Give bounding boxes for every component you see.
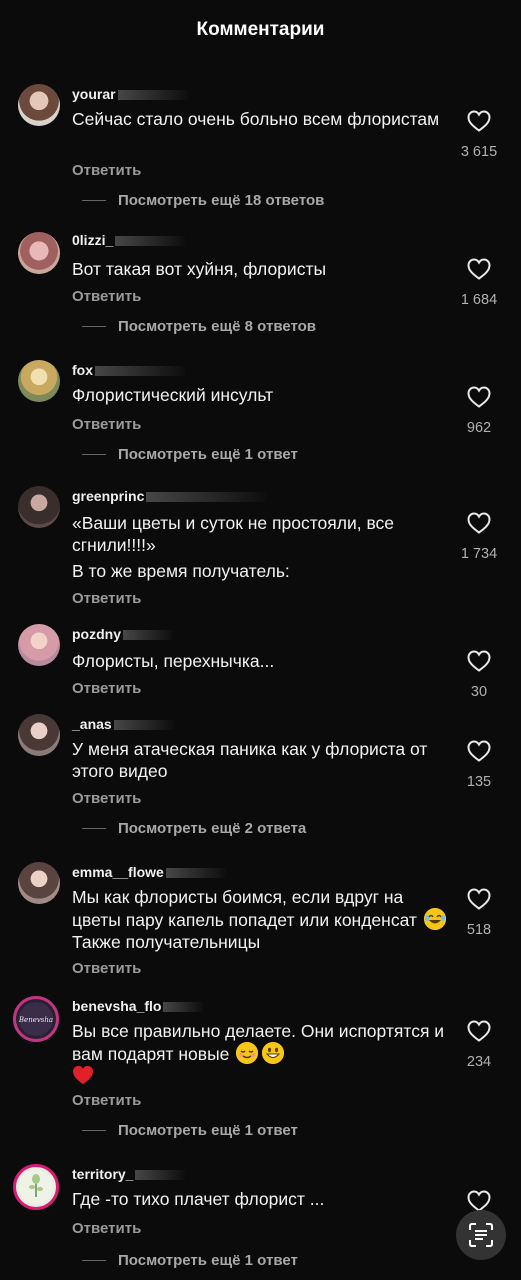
reply-button[interactable]: Ответить [72,162,141,179]
heart-outline-icon [467,650,491,672]
grinning-emoji-icon [262,1042,285,1064]
comment-username[interactable]: greenprinc [72,488,267,504]
heart-outline-icon [467,110,491,132]
comment-text: У меня атаческая паника как у флориста о… [72,739,428,781]
view-replies-link[interactable]: Посмотреть ещё 18 ответов [82,192,324,209]
comment-text: Вы все правильно делаете. Они испортятся… [72,1020,452,1090]
comment-text: Флористический инсульт [72,385,274,405]
comment-username[interactable]: fox [72,362,185,378]
heart-outline-icon [467,512,491,534]
comment-text: Сейчас стало очень больно всем флористам [72,109,440,129]
reply-button[interactable]: Ответить [72,416,141,433]
avatar-logo-image: Benevsha [18,1002,53,1036]
like-count: 518 [466,922,492,938]
comment-text: Вот такая вот ху​йня, флористы [72,259,327,279]
avatar-logo-text: Benevsha [18,1016,53,1024]
comments-header: Комментарии [0,0,521,60]
like-button[interactable]: 135 [459,740,499,790]
like-count: 962 [466,420,492,436]
avatar[interactable] [18,360,60,402]
reply-button[interactable]: Ответить [72,790,141,807]
view-replies-link[interactable]: Посмотреть ещё 8 ответов [82,318,316,335]
avatar[interactable] [18,624,60,666]
thread-line [82,326,106,327]
laughing-emoji-icon [423,908,446,930]
comment-username[interactable]: emma__flowe [72,864,226,880]
avatar-logo-image [19,1170,53,1204]
avatar[interactable] [13,1164,59,1210]
comment-text: Флористы, перехнычка... [72,651,275,671]
reply-button[interactable]: Ответить [72,960,141,977]
reply-button[interactable]: Ответить [72,1220,141,1237]
comment-text: «Ваши цветы и суток не простояли, все сг… [72,513,395,555]
comment-username[interactable]: _anas [72,716,174,732]
view-replies-link[interactable]: Посмотреть ещё 1 ответ [82,446,298,463]
thread-line [82,1130,106,1131]
like-count: 135 [466,774,492,790]
avatar[interactable] [18,84,60,126]
like-count: 30 [470,684,488,700]
page-title: Комментарии [196,19,325,40]
like-button[interactable]: 962 [459,386,499,436]
view-replies-link[interactable]: Посмотреть ещё 1 ответ [82,1252,298,1269]
avatar[interactable] [18,232,60,274]
thread-line [82,200,106,201]
reply-button[interactable]: Ответить [72,680,141,697]
comment-username[interactable]: pozdny [72,626,173,642]
scan-text-icon [469,1223,493,1247]
scan-text-button[interactable] [456,1210,506,1260]
reply-button[interactable]: Ответить [72,1092,141,1109]
heart-outline-icon [467,1020,491,1042]
comment-text-line: В то же время получатель: [72,561,290,581]
comment-username[interactable]: 0lizzi_ [72,232,186,248]
relieved-face-emoji-icon [236,1042,259,1064]
avatar[interactable] [18,486,60,528]
like-count: 234 [466,1054,492,1070]
comment-username[interactable]: territory_ [72,1166,186,1182]
like-count: 3 615 [460,144,498,160]
heart-outline-icon [467,888,491,910]
avatar[interactable]: Benevsha [13,996,59,1042]
like-count: 1 684 [460,292,498,308]
comment-text: Мы как флористы боимся, если вдруг на цв… [72,886,452,953]
red-heart-emoji-icon [72,1065,94,1090]
like-button[interactable]: 30 [459,650,499,700]
heart-outline-icon [467,1190,491,1212]
like-button[interactable]: 234 [459,1020,499,1070]
comment-username[interactable]: yourar [72,86,188,102]
like-count: 1 734 [460,546,498,562]
comment-text: Где -то тихо плачет флорист ... [72,1189,325,1209]
like-button[interactable]: 518 [459,888,499,938]
avatar[interactable] [18,714,60,756]
view-replies-link[interactable]: Посмотреть ещё 1 ответ [82,1122,298,1139]
like-button[interactable]: 1 734 [459,512,499,562]
avatar[interactable] [18,862,60,904]
heart-outline-icon [467,258,491,280]
reply-button[interactable]: Ответить [72,590,141,607]
like-button[interactable]: 3 615 [459,110,499,160]
heart-outline-icon [467,740,491,762]
heart-outline-icon [467,386,491,408]
like-button[interactable] [459,1190,499,1212]
reply-button[interactable]: Ответить [72,288,141,305]
comment-username[interactable]: benevsha_flo [72,998,204,1014]
thread-line [82,1260,106,1261]
thread-line [82,828,106,829]
thread-line [82,454,106,455]
like-button[interactable]: 1 684 [459,258,499,308]
view-replies-link[interactable]: Посмотреть ещё 2 ответа [82,820,306,837]
